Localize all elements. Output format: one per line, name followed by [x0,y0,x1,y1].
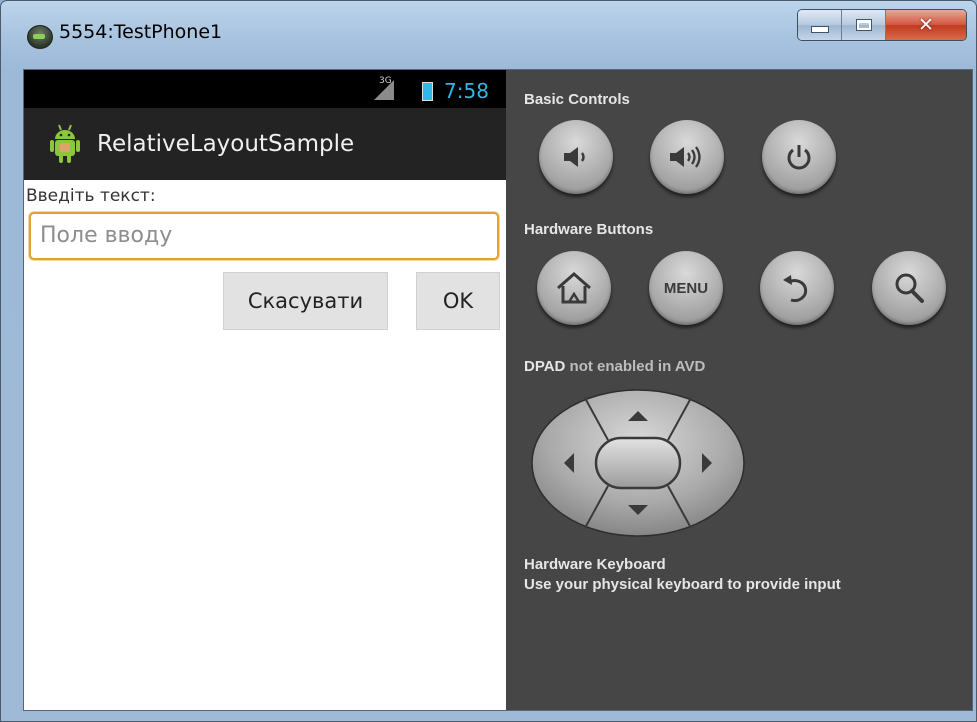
window-title: 5554:TestPhone1 [59,21,223,43]
maximize-icon [855,19,872,31]
basic-controls-heading: Basic Controls [524,91,630,108]
dpad [531,389,745,537]
action-bar: RelativeLayoutSample [24,108,506,180]
back-icon [783,275,808,303]
minimize-button[interactable] [798,10,842,40]
network-type: 3G [379,76,392,86]
home-button[interactable] [537,251,611,325]
home-icon [557,272,591,304]
status-time: 7:58 [444,79,489,103]
back-button[interactable] [760,251,834,325]
emulator-window: 5554:TestPhone1 ✕ 3G 7:58 RelativeLayout… [0,0,977,722]
keyboard-heading: Hardware Keyboard [524,556,666,573]
controls-panel: Basic Controls Hardware Buttons MENU DPA… [506,70,972,710]
minimize-icon [810,26,829,33]
android-emulator-icon [27,25,53,49]
window-controls: ✕ [797,9,967,41]
menu-icon: MENU [663,279,709,297]
menu-button[interactable]: MENU [649,251,723,325]
search-button[interactable] [872,251,946,325]
ok-button[interactable]: OK [416,272,500,330]
dpad-heading-note: not enabled in AVD [565,358,706,375]
dpad-center[interactable] [594,436,682,490]
maximize-button[interactable] [842,10,886,40]
emulator-client-area: 3G 7:58 RelativeLayoutSample Введіть тек… [23,69,973,711]
power-icon [787,145,811,170]
dpad-heading-strong: DPAD [524,358,566,375]
close-button[interactable]: ✕ [886,10,966,40]
hardware-buttons-heading: Hardware Buttons [524,221,654,238]
phone-screen: 3G 7:58 RelativeLayoutSample Введіть тек… [24,70,506,710]
window-titlebar[interactable]: 5554:TestPhone1 ✕ [1,1,976,63]
power-button[interactable] [762,120,836,194]
close-icon: ✕ [918,14,934,36]
text-input[interactable]: Поле вводу [29,212,499,260]
input-label: Введіть текст: [26,186,156,206]
keyboard-text: Use your physical keyboard to provide in… [524,576,841,593]
cancel-button[interactable]: Скасувати [223,272,388,330]
status-bar: 3G 7:58 [24,70,506,108]
search-icon [895,273,924,303]
dpad-heading: DPAD not enabled in AVD [524,358,705,375]
app-title: RelativeLayoutSample [97,131,355,157]
keyboard-info: Hardware Keyboard Use your physical keyb… [524,555,841,595]
volume-down-icon [564,147,585,167]
volume-up-icon [670,146,701,168]
volume-up-button[interactable] [650,120,724,194]
android-robot-icon [50,124,80,163]
volume-down-button[interactable] [539,120,613,194]
battery-icon [422,82,433,101]
